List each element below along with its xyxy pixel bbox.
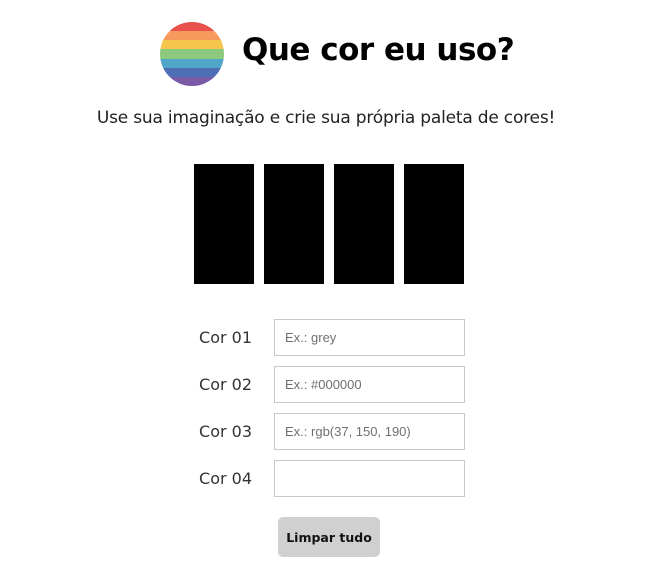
color-input-3[interactable]	[274, 413, 465, 450]
logo-stripe	[160, 40, 224, 50]
color-swatch-4	[404, 164, 464, 284]
logo-stripe	[160, 31, 224, 41]
logo-stripe	[160, 58, 224, 68]
logo-stripe	[160, 49, 224, 59]
logo-stripe	[160, 22, 224, 32]
color-input-2[interactable]	[274, 366, 465, 403]
logo-stripe	[160, 76, 224, 86]
color-field-label-1: Cor 01	[199, 328, 252, 347]
clear-all-button[interactable]: Limpar tudo	[278, 517, 380, 557]
color-palette-preview	[194, 164, 464, 284]
color-field-row-4: Cor 04	[0, 460, 652, 498]
color-swatch-2	[264, 164, 324, 284]
page-title: Que cor eu uso?	[242, 32, 515, 68]
color-swatch-3	[334, 164, 394, 284]
color-field-row-2: Cor 02	[0, 366, 652, 404]
rainbow-logo-icon	[160, 22, 224, 86]
color-field-label-4: Cor 04	[199, 469, 252, 488]
logo-stripe	[160, 67, 224, 77]
color-input-1[interactable]	[274, 319, 465, 356]
color-swatch-1	[194, 164, 254, 284]
color-field-row-1: Cor 01	[0, 319, 652, 357]
page-header: Que cor eu uso?	[0, 22, 652, 88]
color-field-label-3: Cor 03	[199, 422, 252, 441]
color-input-4[interactable]	[274, 460, 465, 497]
color-field-label-2: Cor 02	[199, 375, 252, 394]
color-field-row-3: Cor 03	[0, 413, 652, 451]
page-subtitle: Use sua imaginação e crie sua própria pa…	[96, 108, 556, 128]
